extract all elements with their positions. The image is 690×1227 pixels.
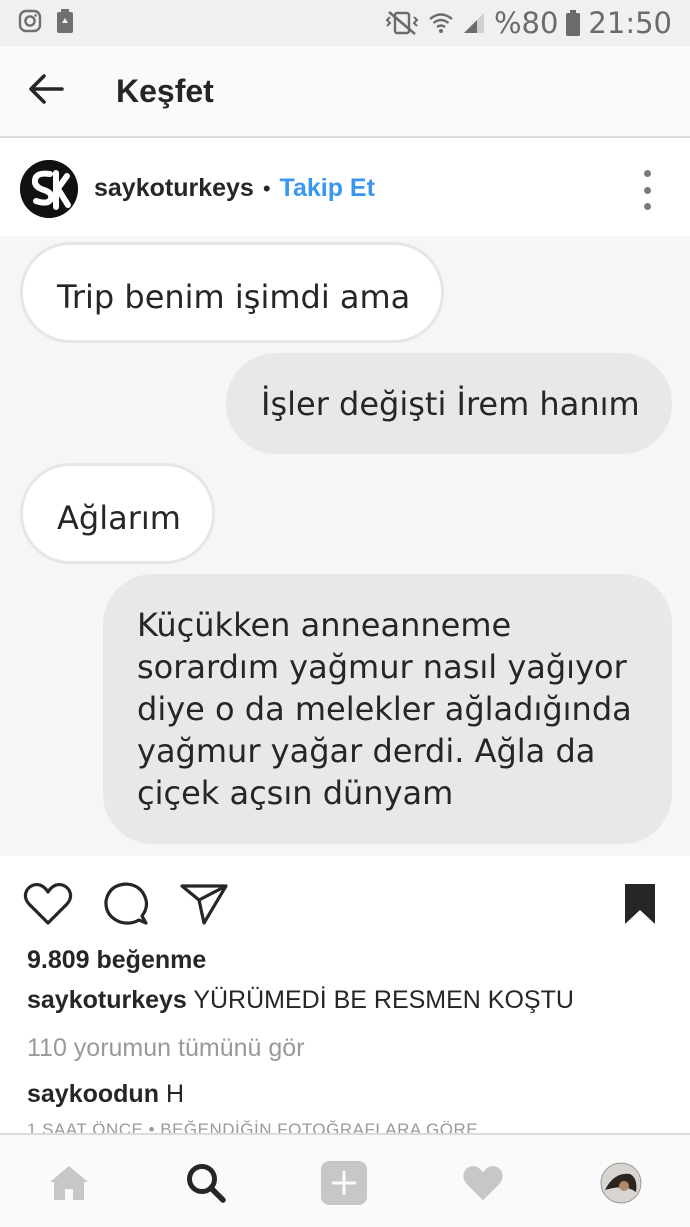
heart-outline-icon [23, 882, 73, 925]
post-header: saykoturkeys • Takip Et [0, 140, 690, 238]
post-timestamp: 1 SAAT ÖNCE • BEĞENDİĞİN FOTOĞRAFLARA GÖ… [27, 1120, 479, 1134]
message-line: yağmur yağar derdi. Ağla da [137, 732, 596, 770]
separator-dot: • [262, 175, 271, 201]
bottom-nav [0, 1133, 690, 1227]
add-icon [321, 1161, 367, 1205]
save-button[interactable] [614, 878, 666, 930]
post-username[interactable]: saykoturkeys [94, 174, 254, 203]
wifi-icon [428, 10, 454, 36]
message-bubble-right: İşler değişti İrem hanım [226, 353, 672, 454]
message-line: Küçükken anneanneme [137, 606, 512, 644]
avatar[interactable] [20, 159, 78, 218]
more-options-button[interactable] [632, 170, 662, 210]
search-icon [187, 1164, 226, 1203]
arrow-left-icon [28, 73, 64, 110]
bookmark-icon [625, 884, 655, 924]
sk-logo-icon [20, 159, 78, 218]
comment: saykoodun H [27, 1080, 184, 1109]
signal-icon [462, 11, 486, 35]
comment-username[interactable]: saykoodun [27, 1080, 159, 1108]
instagram-icon [18, 9, 42, 38]
like-count[interactable]: 9.809 beğenme [27, 946, 206, 975]
message-bubble-left: Ağlarım [20, 463, 215, 564]
comment-button[interactable] [100, 878, 152, 930]
nav-profile[interactable] [597, 1159, 645, 1207]
comment-text: H [165, 1080, 184, 1108]
post-image[interactable]: Trip benim işimdi ama İşler değişti İrem… [0, 239, 690, 856]
message-bubble-right: Küçükken anneanneme sorardım yağmur nası… [103, 574, 672, 844]
message-bubble-left: Trip benim işimdi ama [20, 242, 444, 343]
vibrate-mute-icon [384, 10, 420, 36]
nav-home[interactable] [45, 1159, 93, 1207]
profile-avatar [600, 1162, 642, 1204]
share-button[interactable] [178, 878, 230, 930]
battery-percent: %80 [493, 6, 559, 40]
app-bar: Keşfet [0, 46, 690, 138]
status-right: %80 21:50 [384, 6, 672, 40]
status-left-icons [18, 8, 74, 39]
caption-username[interactable]: saykoturkeys [27, 986, 187, 1014]
caption: saykoturkeys YÜRÜMEDİ BE RESMEN KOŞTU [27, 986, 574, 1015]
like-button[interactable] [22, 878, 74, 930]
send-icon [180, 884, 228, 925]
nav-search[interactable] [182, 1159, 230, 1207]
post-actions [0, 856, 690, 952]
view-all-comments-link[interactable]: 110 yorumun tümünü gör [27, 1034, 304, 1063]
clock: 21:50 [588, 6, 672, 40]
battery-saver-icon [56, 8, 74, 39]
message-line: diye o da melekler ağladığında [137, 690, 632, 728]
more-dot [643, 170, 651, 177]
more-dot [643, 186, 651, 194]
battery-icon [566, 10, 581, 36]
follow-button[interactable]: Takip Et [280, 174, 375, 203]
home-icon [50, 1166, 88, 1200]
status-bar: %80 21:50 [0, 0, 690, 46]
page-title: Keşfet [116, 72, 214, 109]
back-button[interactable] [0, 45, 92, 137]
nav-activity[interactable] [459, 1159, 507, 1207]
more-dot [643, 203, 651, 210]
caption-text: YÜRÜMEDİ BE RESMEN KOŞTU [193, 986, 574, 1014]
nav-add[interactable] [320, 1159, 368, 1207]
comment-icon [104, 882, 149, 925]
heart-icon [463, 1166, 503, 1201]
message-line: çiçek açsın dünyam [137, 774, 454, 812]
message-line: sorardım yağmur nasıl yağıyor [137, 648, 627, 686]
